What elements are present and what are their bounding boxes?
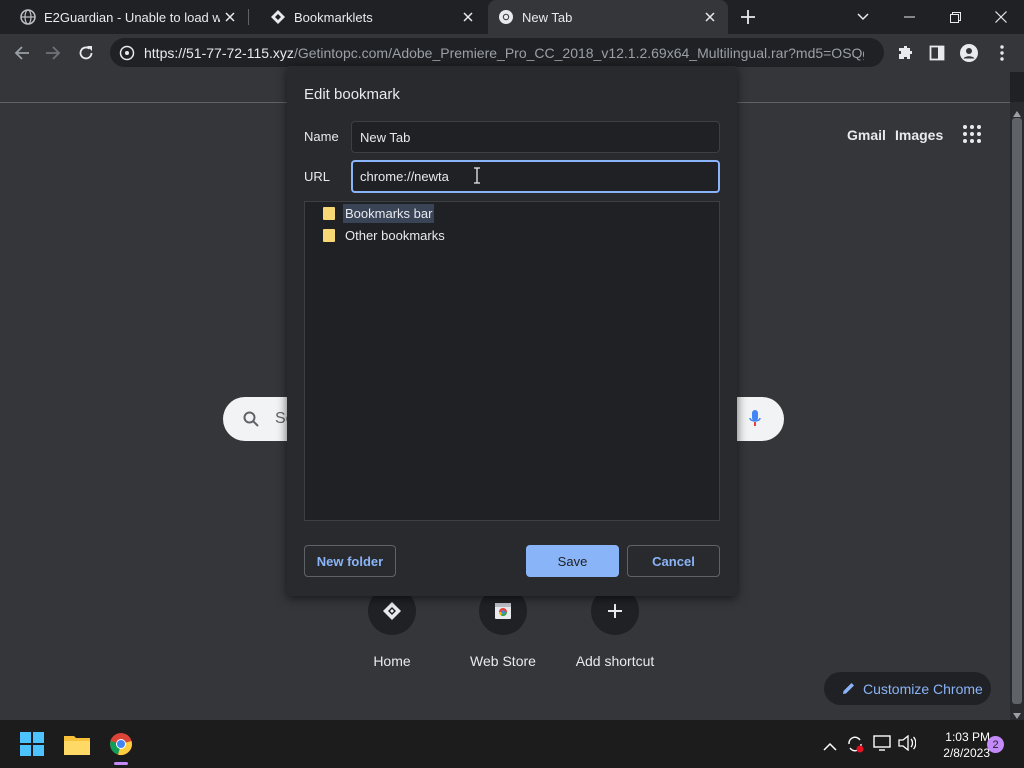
network-icon[interactable] [873, 735, 891, 756]
notification-badge[interactable]: 2 [987, 736, 1004, 753]
shortcut-add[interactable]: Add shortcut [560, 587, 670, 669]
tab-search-chevron-icon[interactable] [840, 0, 886, 34]
folder-item-other-bookmarks[interactable]: Other bookmarks [323, 225, 447, 246]
bookmarklet-icon [270, 9, 286, 25]
gmail-link[interactable]: Gmail [847, 127, 886, 143]
tab-bookmarklets[interactable]: Bookmarklets [250, 0, 486, 34]
folder-item-bookmarks-bar[interactable]: Bookmarks bar [323, 203, 435, 224]
apps-grid-icon[interactable] [963, 125, 981, 148]
windows-start-icon[interactable] [16, 728, 48, 760]
name-label: Name [304, 129, 339, 144]
shortcut-label: Home [373, 653, 411, 669]
search-icon [243, 411, 259, 432]
pencil-icon [842, 682, 855, 695]
reload-button[interactable] [71, 38, 101, 68]
shortcut-web-store[interactable]: Web Store [448, 587, 558, 669]
tab-strip: E2Guardian - Unable to load web Bookmark… [0, 0, 1024, 34]
active-app-indicator [114, 762, 128, 765]
tab-title: Bookmarklets [294, 9, 373, 25]
url-path: /Getintopc.com/Adobe_Premiere_Pro_CC_201… [293, 44, 864, 61]
scrollbar-thumb[interactable] [1012, 118, 1022, 704]
menu-kebab-icon[interactable] [987, 38, 1017, 68]
text-cursor-icon [473, 167, 481, 189]
url-host: https://51-77-72-115.xyz [144, 44, 294, 61]
back-button[interactable] [7, 38, 37, 68]
tab-separator [248, 9, 249, 25]
close-window-button[interactable] [978, 0, 1024, 34]
profile-avatar-icon[interactable] [954, 38, 984, 68]
new-tab-button[interactable] [733, 2, 763, 32]
url-label: URL [304, 169, 331, 184]
folder-label: Other bookmarks [345, 228, 445, 243]
tab-title: New Tab [522, 9, 573, 25]
chrome-icon [498, 9, 514, 25]
close-icon[interactable] [700, 7, 720, 27]
cancel-button[interactable]: Cancel [627, 545, 720, 577]
chrome-taskbar-icon[interactable] [105, 728, 137, 760]
minimize-button[interactable] [886, 0, 932, 34]
folder-icon [323, 229, 335, 242]
images-link[interactable]: Images [895, 127, 943, 143]
restore-button[interactable] [932, 0, 978, 34]
folder-icon [323, 207, 335, 220]
save-button[interactable]: Save [526, 545, 619, 577]
edit-bookmark-dialog: Edit bookmark Name URL Bookmarks bar Oth… [287, 66, 737, 596]
extensions-icon[interactable] [891, 38, 921, 68]
customize-chrome-button[interactable]: Customize Chrome [824, 672, 991, 705]
globe-icon [20, 9, 36, 25]
close-icon[interactable] [220, 7, 240, 27]
volume-icon[interactable] [898, 734, 917, 756]
customize-label: Customize Chrome [863, 680, 983, 697]
url-text: https://51-77-72-115.xyz/Getintopc.com/A… [144, 45, 864, 61]
tab-title: E2Guardian - Unable to load web [44, 9, 220, 25]
forward-button[interactable] [38, 38, 68, 68]
bookmark-name-input[interactable] [351, 121, 720, 153]
close-icon[interactable] [458, 7, 478, 27]
taskbar-clock[interactable]: 1:03 PM 2/8/2023 [930, 729, 990, 761]
shortcut-home[interactable]: Home [337, 587, 447, 669]
folder-tree[interactable]: Bookmarks bar Other bookmarks [304, 201, 720, 521]
dialog-title: Edit bookmark [304, 86, 400, 103]
tab-new-tab[interactable]: New Tab [488, 0, 728, 34]
site-info-icon[interactable] [119, 45, 135, 61]
clock-time: 1:03 PM [945, 730, 990, 744]
omnibox[interactable]: https://51-77-72-115.xyz/Getintopc.com/A… [110, 38, 884, 67]
tray-overflow-chevron-icon[interactable] [823, 738, 837, 756]
tab-e2guardian[interactable]: E2Guardian - Unable to load web [0, 0, 248, 34]
folder-label: Bookmarks bar [343, 204, 435, 223]
side-panel-icon[interactable] [922, 38, 952, 68]
voice-search-icon[interactable] [749, 410, 761, 433]
clock-date: 2/8/2023 [943, 746, 990, 760]
windows-taskbar [0, 720, 1024, 768]
shortcut-label: Web Store [470, 653, 536, 669]
scroll-up-arrow-icon[interactable] [1012, 105, 1022, 123]
bookmark-url-input[interactable] [351, 160, 720, 193]
file-explorer-icon[interactable] [61, 728, 93, 760]
sync-alert-icon[interactable] [846, 735, 864, 758]
shortcut-label: Add shortcut [575, 653, 655, 669]
new-folder-button[interactable]: New folder [304, 545, 396, 577]
